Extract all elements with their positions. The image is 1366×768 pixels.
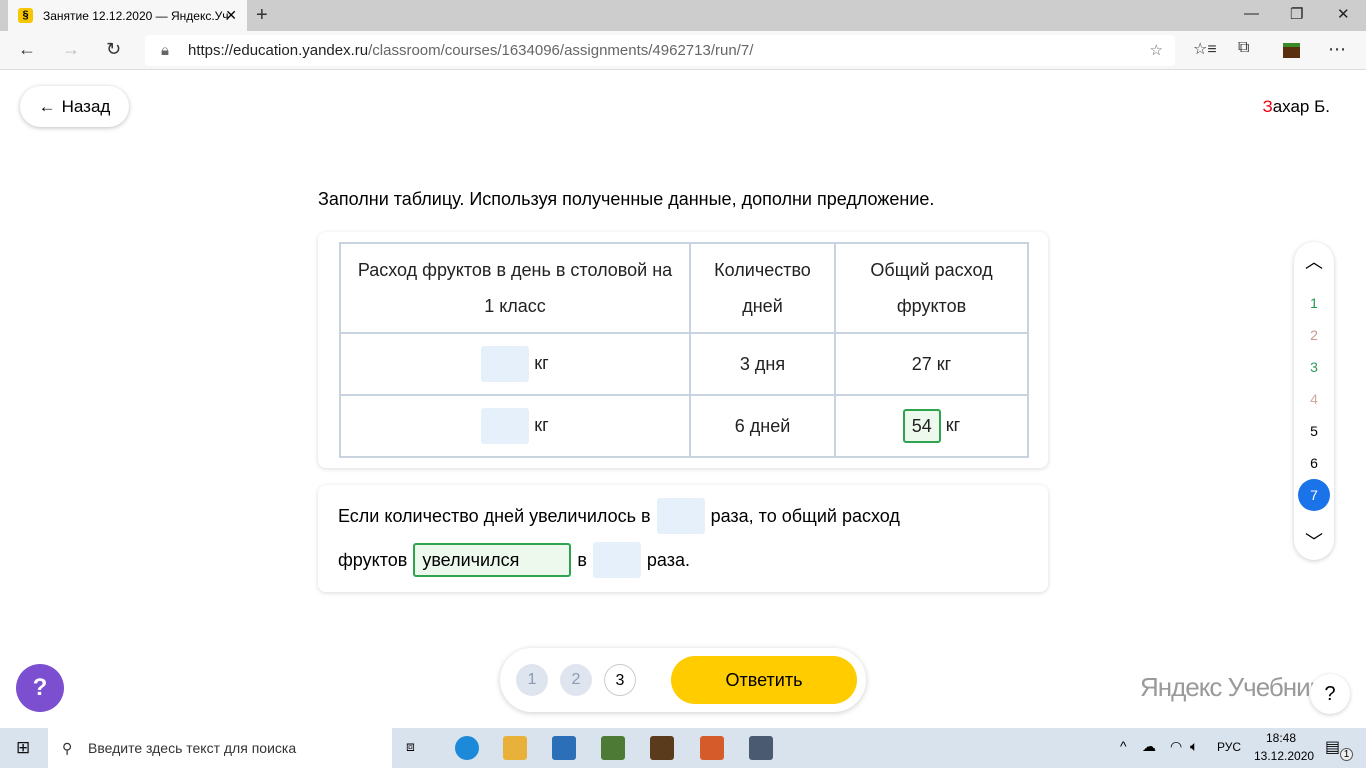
minimize-button[interactable]: —	[1244, 5, 1259, 22]
attempt-step: 1	[516, 664, 548, 696]
language-indicator[interactable]: РУС	[1217, 740, 1241, 754]
minecraft-icon-2[interactable]	[650, 736, 674, 760]
favorites-icon[interactable]: ☆≡	[1193, 39, 1217, 59]
task-item[interactable]: 5	[1294, 423, 1334, 439]
header-cell: Общий расход фруктов	[834, 242, 1029, 334]
days-ratio-input[interactable]	[656, 498, 705, 534]
windows-start-icon[interactable]: ⊞	[16, 738, 30, 758]
calculator-icon[interactable]	[749, 736, 773, 760]
extension-icon[interactable]	[1283, 43, 1300, 58]
unit-label: кг	[534, 414, 549, 435]
chevron-down-icon[interactable]: ﹀	[1294, 528, 1334, 554]
new-tab-button[interactable]: +	[256, 4, 268, 27]
total-input[interactable]: 54	[902, 409, 941, 443]
task-view-icon[interactable]: ⧈	[406, 738, 415, 755]
task-item[interactable]: 4	[1294, 391, 1334, 407]
header-cell: Количество дней	[689, 242, 836, 334]
task-item[interactable]: 1	[1294, 295, 1334, 311]
explorer-icon[interactable]	[503, 736, 527, 760]
wifi-icon[interactable]: ◠	[1170, 738, 1182, 755]
back-label: Назад	[61, 96, 111, 116]
unit-label: кг	[945, 414, 961, 435]
sentence-text: в	[577, 549, 587, 570]
table-row: кг 3 дня 27 кг	[339, 332, 1029, 396]
favicon-icon: §	[18, 8, 33, 23]
tray-chevron-icon[interactable]: ^	[1120, 738, 1127, 754]
notification-count: 1	[1340, 748, 1353, 761]
refresh-icon[interactable]: ↻	[106, 39, 121, 60]
close-window-button[interactable]: ✕	[1337, 5, 1350, 23]
header-cell: Расход фруктов в день в столовой на 1 кл…	[339, 242, 691, 334]
restore-button[interactable]: ❐	[1290, 5, 1303, 23]
close-tab-icon[interactable]: ✕	[225, 7, 237, 24]
task-item[interactable]: 6	[1294, 455, 1334, 471]
table-header-row: Расход фруктов в день в столовой на 1 кл…	[339, 242, 1029, 334]
url-input[interactable]: 🔒︎ https://education.yandex.ru/classroom/…	[145, 35, 1175, 66]
volume-icon[interactable]: 🔈︎	[1190, 738, 1198, 755]
task-navigator: ︿ 1 2 3 4 5 6 7 ﹀	[1294, 242, 1334, 560]
taskbar-search-input[interactable]: ⚲ Введите здесь текст для поиска	[48, 728, 392, 768]
days-cell: 6 дней	[689, 394, 836, 458]
table-card: Расход фруктов в день в столовой на 1 кл…	[318, 232, 1048, 468]
url-path: /classroom/courses/1634096/assignments/4…	[368, 42, 754, 59]
answer-bar: 1 2 3 Ответить	[500, 648, 866, 712]
mail-icon[interactable]	[552, 736, 576, 760]
rate-input-1[interactable]	[481, 346, 530, 382]
help-button-secondary[interactable]: ?	[1310, 674, 1350, 714]
lock-icon: 🔒︎	[161, 42, 169, 59]
total-ratio-input[interactable]	[592, 542, 641, 578]
url-host: https://education.yandex.ru	[188, 42, 369, 59]
back-nav-icon[interactable]: ←	[18, 39, 36, 60]
sentence-card: Если количество дней увеличилось в раза, …	[318, 485, 1048, 592]
onedrive-icon[interactable]: ☁	[1142, 738, 1156, 755]
clock-date[interactable]: 13.12.2020	[1254, 749, 1314, 763]
help-button[interactable]: ?	[16, 664, 64, 712]
sentence-text: раза.	[646, 549, 690, 570]
sentence-text: раза, то общий расход	[710, 505, 900, 526]
table-row: кг 6 дней 54 кг	[339, 394, 1029, 458]
total-cell: 27 кг	[834, 332, 1029, 396]
attempt-step: 3	[604, 664, 636, 696]
task-table: Расход фруктов в день в столовой на 1 кл…	[339, 242, 1029, 458]
clock-time[interactable]: 18:48	[1266, 731, 1296, 745]
tab-title: Занятие 12.12.2020 — Яндекс.Уч	[43, 8, 229, 23]
collections-icon[interactable]: ⧉	[1238, 39, 1249, 57]
user-initial: З	[1262, 97, 1273, 116]
chevron-up-icon[interactable]: ︿	[1294, 248, 1334, 274]
days-cell: 3 дня	[689, 332, 836, 396]
brand-logo: Яндекс Учебник	[1140, 672, 1321, 702]
browser-tab[interactable]: § Занятие 12.12.2020 — Яндекс.Уч ✕	[8, 0, 247, 31]
edge-icon[interactable]	[455, 736, 479, 760]
forward-nav-icon[interactable]: →	[62, 39, 80, 60]
task-item-current[interactable]: 7	[1298, 479, 1330, 511]
search-icon: ⚲	[62, 740, 73, 756]
address-bar-row: ← → ↻ 🔒︎ https://education.yandex.ru/clas…	[0, 31, 1366, 70]
rate-input-2[interactable]	[481, 408, 530, 444]
taskbar: ⊞ ⚲ Введите здесь текст для поиска ⧈ ^ ☁ …	[0, 728, 1366, 768]
user-name[interactable]: Захар Б.	[1262, 97, 1330, 117]
star-icon[interactable]: ☆	[1150, 35, 1163, 66]
sentence-text: Если количество дней увеличилось в	[338, 505, 651, 526]
arrow-left-icon: ←	[38, 96, 56, 116]
user-rest: ахар Б.	[1272, 97, 1330, 116]
sentence-text: фруктов	[338, 549, 408, 570]
notifications-icon[interactable]: ▤	[1325, 737, 1340, 757]
more-menu-icon[interactable]: ⋯	[1328, 39, 1346, 60]
task-title: Заполни таблицу. Используя полученные да…	[318, 189, 935, 209]
attempt-step: 2	[560, 664, 592, 696]
app-icon[interactable]	[700, 736, 724, 760]
unit-label: кг	[534, 352, 549, 373]
task-item[interactable]: 2	[1294, 327, 1334, 343]
search-placeholder: Введите здесь текст для поиска	[88, 740, 297, 756]
minecraft-icon[interactable]	[601, 736, 625, 760]
change-select[interactable]: увеличился	[413, 543, 572, 577]
answer-button[interactable]: Ответить	[671, 656, 857, 704]
tab-bar: § Занятие 12.12.2020 — Яндекс.Уч ✕ + — ❐ ✕	[0, 0, 1366, 31]
task-item[interactable]: 3	[1294, 359, 1334, 375]
back-button[interactable]: ← Назад	[20, 86, 129, 127]
